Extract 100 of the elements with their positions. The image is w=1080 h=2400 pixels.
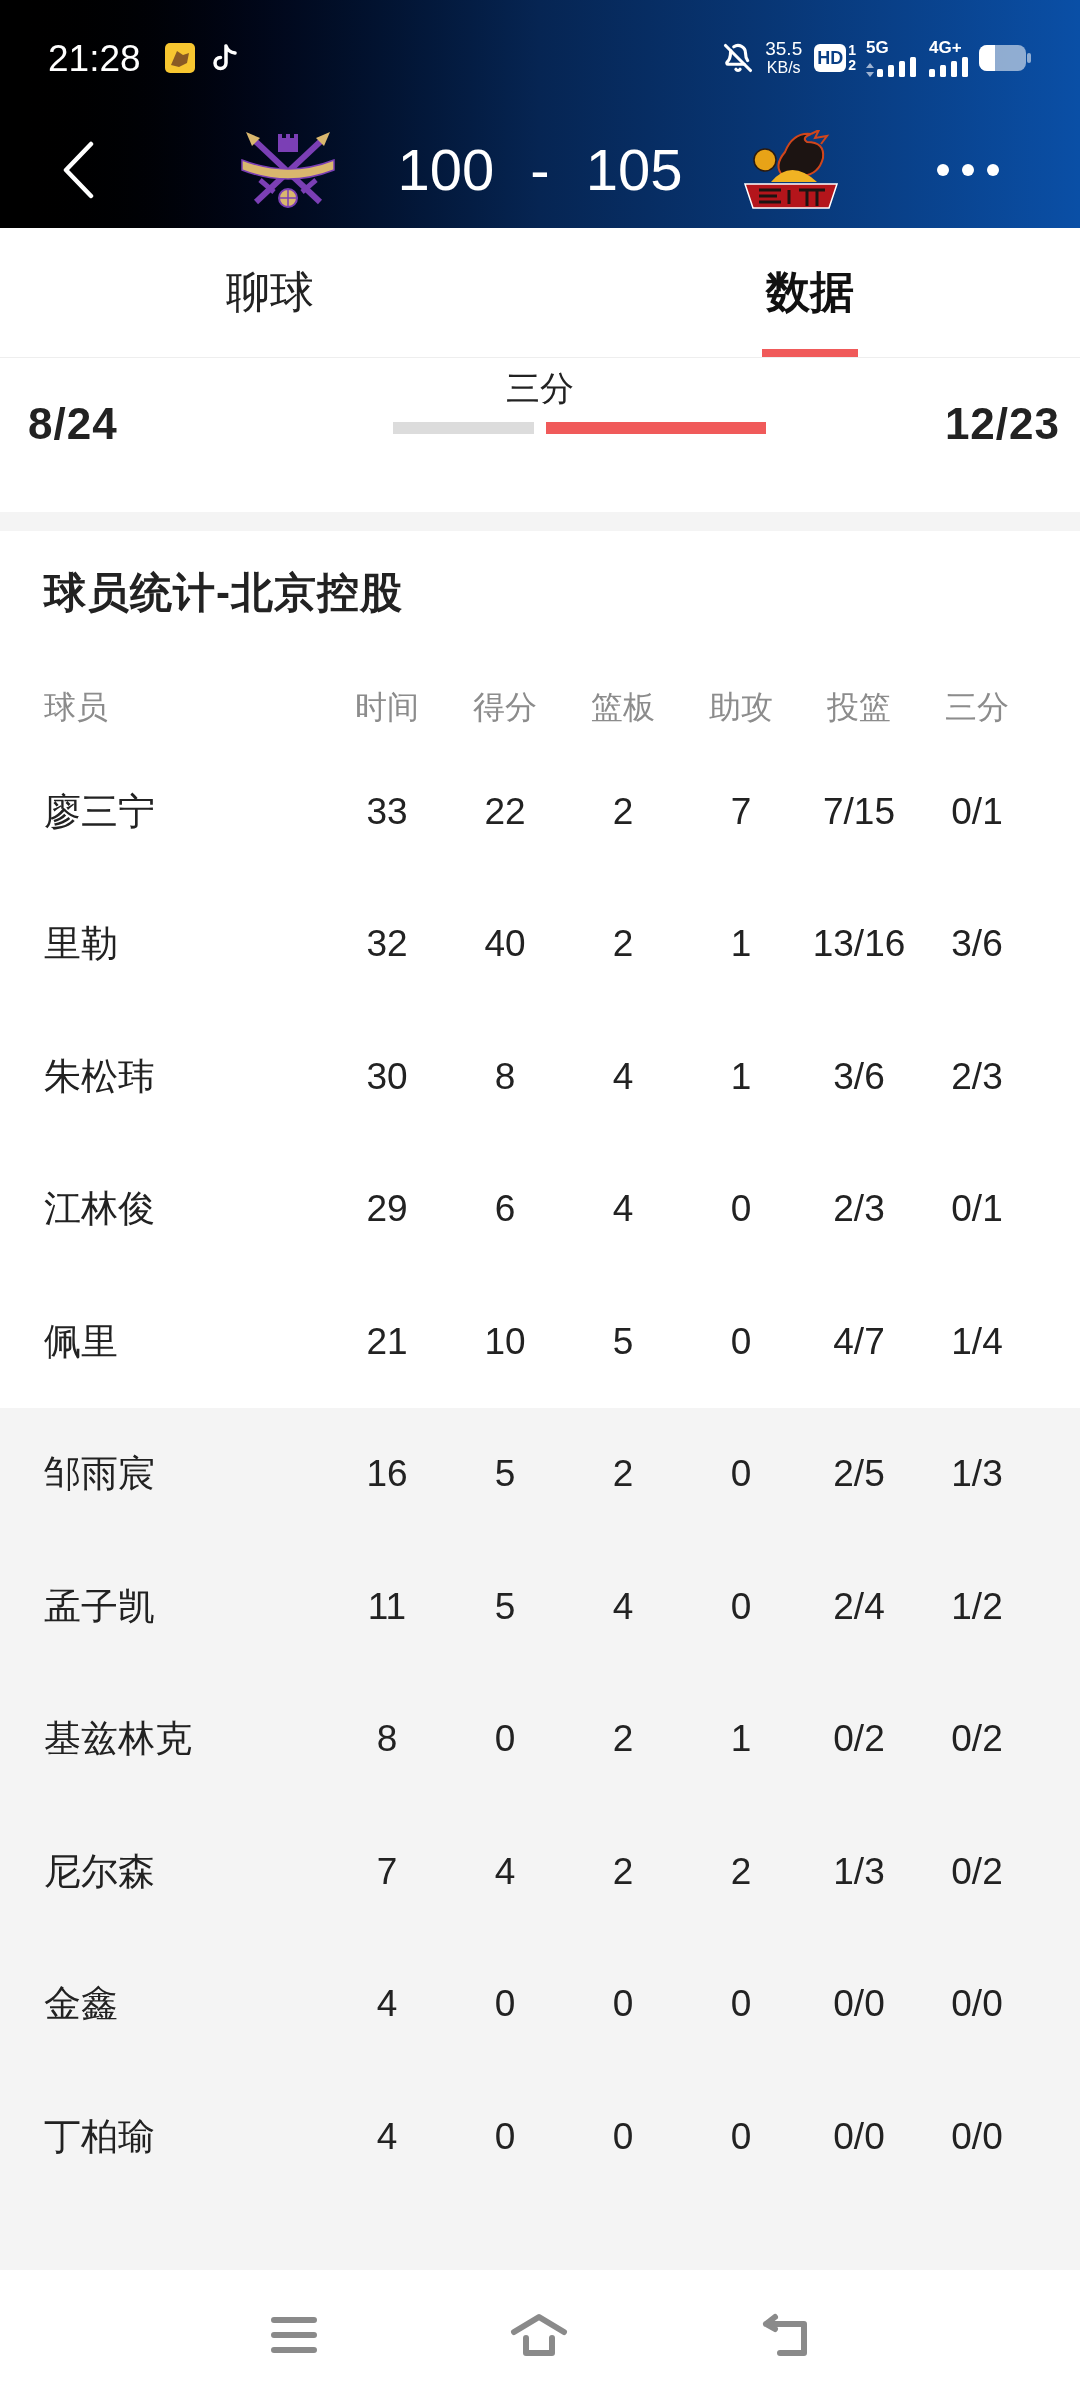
table-cell-text: 5: [611, 1322, 635, 1360]
table-cell-text: 2/4: [832, 1587, 886, 1625]
sim-number: 1: [848, 43, 856, 58]
more-icon[interactable]: [937, 164, 999, 176]
network-type: 5G: [866, 39, 889, 57]
table-cell-text: 4: [375, 2117, 399, 2155]
hd-indicator: HD: [814, 44, 847, 72]
table-cell-text: 0: [493, 1985, 517, 2023]
table-cell-text: 3/6: [950, 925, 1004, 963]
table-cell-text: 2/5: [832, 1455, 886, 1493]
table-cell-text: 0: [493, 2117, 517, 2155]
table-cell-text: 0/2: [950, 1852, 1004, 1890]
mute-icon: [723, 43, 754, 73]
away-stat-value: 12/23: [944, 398, 1060, 450]
table-cell-text: 2: [611, 1852, 635, 1890]
table-cell-text: 33: [365, 792, 409, 830]
table-cell-text: 5: [493, 1587, 517, 1625]
table-cell-text: 0: [493, 1720, 517, 1758]
table-cell-text: 0: [611, 2117, 635, 2155]
table-cell-text: 1/2: [950, 1587, 1004, 1625]
battery-icon: [979, 45, 1031, 71]
return-icon[interactable]: [760, 2313, 810, 2357]
home-stat-value: 8/24: [28, 398, 118, 450]
stat-label: 三分: [506, 368, 574, 409]
table-cell-text: 1/4: [950, 1322, 1004, 1360]
table-cell-text: 0: [729, 1985, 753, 2023]
table-cell-text: 21: [365, 1322, 409, 1360]
sim-number: 2: [848, 58, 856, 73]
column-header: 助攻: [708, 691, 774, 723]
table-cell-text: 2: [611, 925, 635, 963]
table-cell-text: 7/15: [822, 792, 896, 830]
back-icon[interactable]: [61, 141, 95, 199]
table-cell-text: 13/16: [811, 925, 907, 963]
player-name: 尼尔森: [43, 1852, 156, 1890]
table-cell-text: 1: [729, 1057, 753, 1095]
tab[interactable]: 数据: [540, 228, 1080, 357]
table-cell-text: 4: [611, 1190, 635, 1228]
player-name: 邹雨宸: [43, 1455, 156, 1493]
table-cell-text: 0/1: [950, 1190, 1004, 1228]
table-cell-text: 0/0: [950, 2117, 1004, 2155]
player-name: 丁柏瑜: [43, 2117, 156, 2155]
section-title: 球员统计-北京控股: [44, 572, 403, 614]
column-header: 得分: [472, 691, 538, 723]
table-cell-text: 2/3: [950, 1057, 1004, 1095]
column-header: 时间: [354, 691, 420, 723]
table-cell-text: 1: [729, 925, 753, 963]
music-note-icon: [212, 44, 237, 72]
table-cell-text: 32: [365, 925, 409, 963]
network-type: 4G+: [929, 39, 962, 57]
table-cell-text: 29: [365, 1190, 409, 1228]
table-cell-text: 30: [365, 1057, 409, 1095]
tab[interactable]: 聊球: [0, 228, 540, 357]
menu-icon[interactable]: [270, 2317, 318, 2353]
table-cell-text: 0/0: [832, 2117, 886, 2155]
signal-icon: [877, 57, 917, 77]
table-cell-text: 7: [729, 792, 753, 830]
table-cell-text: 0: [729, 1587, 753, 1625]
table-cell-text: 1/3: [950, 1455, 1004, 1493]
player-name: 孟子凯: [43, 1587, 156, 1625]
table-cell-text: 0: [611, 1985, 635, 2023]
player-name: 江林俊: [43, 1190, 156, 1228]
table-cell-text: 4: [375, 1985, 399, 2023]
table-cell-text: 0/0: [832, 1985, 886, 2023]
table-cell-text: 0/2: [950, 1720, 1004, 1758]
away-score: 105: [585, 141, 683, 199]
table-cell-text: 6: [493, 1190, 517, 1228]
signal-icon: [929, 57, 969, 77]
column-header: 篮板: [590, 691, 656, 723]
app-icon: [164, 43, 195, 73]
column-header: 投篮: [826, 691, 892, 723]
home-score: 100: [397, 141, 495, 199]
table-cell-text: 1: [729, 1720, 753, 1758]
table-cell-text: 11: [366, 1587, 408, 1625]
table-cell-text: 0: [729, 1322, 753, 1360]
table-cell-text: 0/2: [832, 1720, 886, 1758]
table-cell-text: 0/0: [950, 1985, 1004, 2023]
table-cell-text: 2/3: [832, 1190, 886, 1228]
table-cell-text: 7: [375, 1852, 399, 1890]
home-icon[interactable]: [510, 2313, 568, 2357]
table-cell-text: 1/3: [832, 1852, 886, 1890]
table-cell-text: 2: [611, 1455, 635, 1493]
table-cell-text: 4: [611, 1057, 635, 1095]
status-time: 21:28: [48, 39, 141, 77]
table-cell-text: 0: [729, 2117, 753, 2155]
player-name: 里勒: [43, 925, 119, 963]
table-cell-text: 4: [611, 1587, 635, 1625]
player-name: 基兹林克: [43, 1720, 193, 1758]
table-cell-text: 40: [483, 925, 527, 963]
player-name: 朱松玮: [43, 1057, 156, 1095]
table-cell-text: 0: [729, 1190, 753, 1228]
table-cell-text: 8: [375, 1720, 399, 1758]
player-name: 金鑫: [43, 1985, 119, 2023]
player-name: 廖三宁: [43, 792, 156, 830]
table-cell-text: 3/6: [832, 1057, 886, 1095]
score-separator: -: [530, 141, 550, 199]
speed-unit: KB/s: [766, 59, 801, 77]
table-cell-text: 2: [729, 1852, 753, 1890]
table-cell-text: 4/7: [832, 1322, 886, 1360]
data-arrows-icon: [866, 63, 874, 77]
column-header: 球员: [43, 691, 109, 723]
